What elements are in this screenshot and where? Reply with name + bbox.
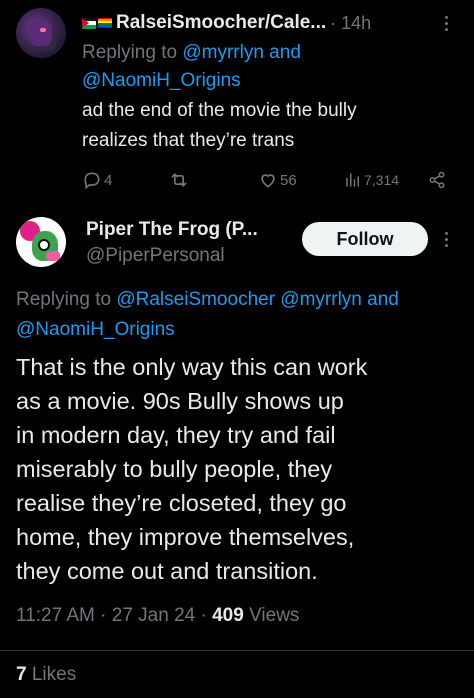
user-handle[interactable]: @PiperPersonal xyxy=(86,245,225,267)
tweet-text-line: realizes that they’re trans xyxy=(82,130,295,151)
tweet-text-line: realise they’re closeted, they go xyxy=(16,490,347,516)
display-name[interactable]: RalseiSmoocher/Cale... xyxy=(116,12,326,34)
avatar-shape xyxy=(46,251,60,261)
views-label: Views xyxy=(249,605,300,626)
retweet-icon xyxy=(171,173,187,187)
tweet-actions: 4 56 7,314 xyxy=(82,168,457,192)
tweet-text-line: as a movie. 90s Bully shows up xyxy=(16,388,344,414)
replying-to-label: Replying to xyxy=(16,289,112,310)
heart-icon xyxy=(261,174,275,188)
more-options-icon[interactable] xyxy=(436,13,456,33)
share-button[interactable] xyxy=(428,168,446,192)
like-count: 56 xyxy=(280,171,297,189)
replying-to: Replying to @RalseiSmoocher @myrrlyn and… xyxy=(16,285,466,345)
mention-link[interactable]: @NaomiH_Origins xyxy=(16,319,175,340)
mention-link[interactable]: @NaomiH_Origins xyxy=(82,70,241,91)
follow-button[interactable]: Follow xyxy=(302,222,428,256)
reply-tweet-header: RalseiSmoocher/Cale... · 14h xyxy=(82,10,371,36)
rainbow-flag-icon xyxy=(98,17,112,29)
analytics-icon xyxy=(346,173,359,187)
reply-button[interactable]: 4 xyxy=(82,168,112,192)
likes-label: Likes xyxy=(31,664,77,685)
tweet-time[interactable]: · 14h xyxy=(330,13,371,34)
avatar[interactable] xyxy=(16,8,66,58)
tweet-timestamp[interactable]: 11:27 AM · 27 Jan 24 · xyxy=(16,605,207,626)
mention-link[interactable]: @RalseiSmoocher @myrrlyn and xyxy=(116,289,399,310)
profile-flags xyxy=(82,17,112,29)
replying-to-line2: @NaomiH_Origins xyxy=(82,66,241,96)
avatar-eye xyxy=(40,28,46,32)
more-options-icon[interactable] xyxy=(436,229,456,249)
likes-count: 7 xyxy=(16,664,27,685)
display-name[interactable]: Piper The Frog (P... xyxy=(86,219,258,241)
tweet-text: ad the end of the movie the bully realiz… xyxy=(82,96,452,156)
tweet-text-line: That is the only way this can work xyxy=(16,354,368,380)
reply-icon xyxy=(84,172,100,190)
palestine-flag-icon xyxy=(82,17,96,29)
reply-count: 4 xyxy=(104,171,113,189)
mention-link[interactable]: @myrrlyn and xyxy=(182,42,301,63)
tweet-text-line: in modern day, they try and fail xyxy=(16,422,336,448)
view-count: 7,314 xyxy=(364,172,400,188)
likes-link[interactable]: 7 Likes xyxy=(16,664,76,686)
tweet-text: That is the only way this can work as a … xyxy=(16,350,461,588)
tweet-meta: 11:27 AM · 27 Jan 24 · 409 Views xyxy=(16,605,299,627)
tweet-text-line: ad the end of the movie the bully xyxy=(82,100,357,121)
avatar-character xyxy=(30,20,52,46)
divider xyxy=(0,650,474,651)
share-icon xyxy=(429,171,445,189)
tweet-text-line: home, they improve themselves, xyxy=(16,524,355,550)
avatar-eye xyxy=(38,239,50,251)
views-button[interactable]: 7,314 xyxy=(344,168,399,192)
like-button[interactable]: 56 xyxy=(258,168,297,192)
tweet-text-line: they come out and transition. xyxy=(16,558,318,584)
replying-to-label: Replying to xyxy=(82,42,178,63)
avatar[interactable] xyxy=(16,217,66,267)
views-count: 409 xyxy=(212,605,244,626)
tweet-text-line: miserably to bully people, they xyxy=(16,456,333,482)
retweet-button[interactable] xyxy=(168,168,190,192)
replying-to: Replying to @myrrlyn and xyxy=(82,38,301,68)
